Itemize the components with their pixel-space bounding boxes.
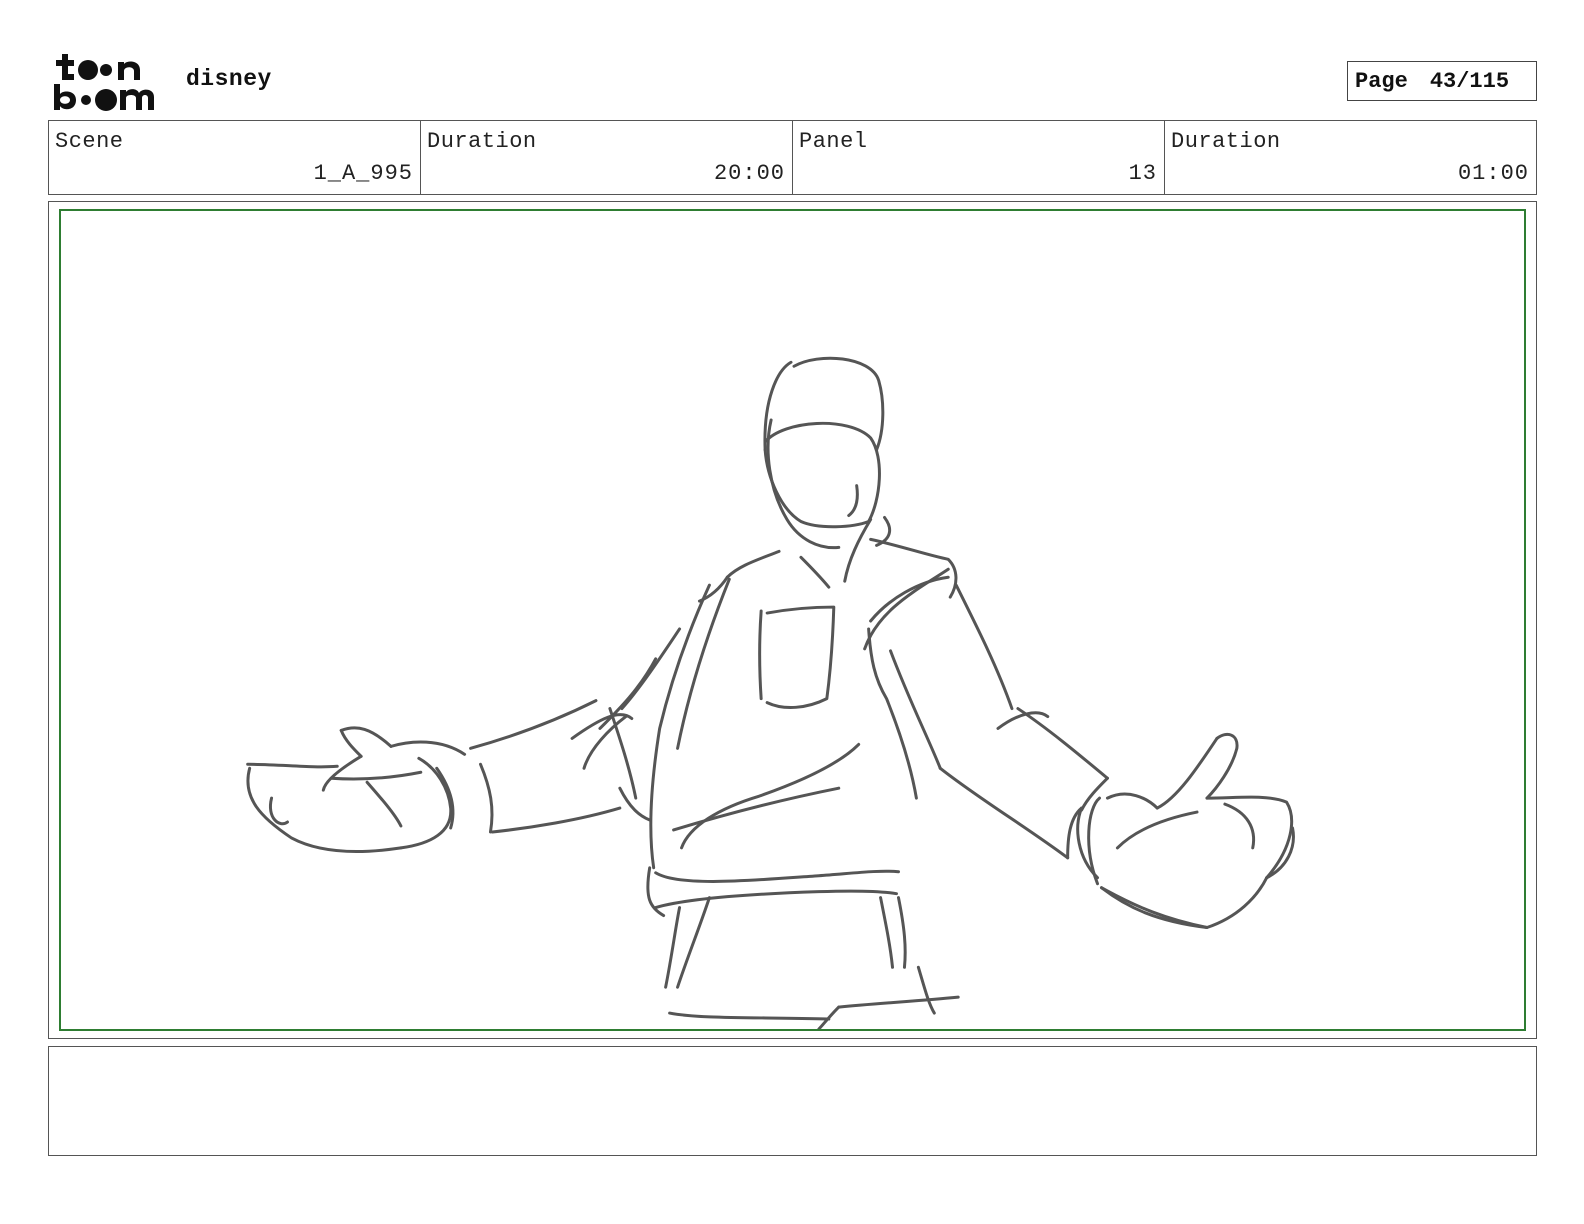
character-sketch (246, 356, 1295, 1029)
panel-duration-cell: Duration 01:00 (1165, 121, 1536, 194)
panel-notes-box (48, 1046, 1537, 1156)
panel-duration-value: 01:00 (1457, 161, 1529, 186)
studio-name: disney (186, 66, 272, 92)
scene-value: 1_A_995 (313, 161, 413, 186)
panel-cell: Panel 13 (793, 121, 1165, 194)
scene-cell: Scene 1_A_995 (49, 121, 421, 194)
scene-duration-cell: Duration 20:00 (421, 121, 793, 194)
panel-duration-label: Duration (1171, 129, 1281, 154)
panel-label: Panel (799, 129, 868, 154)
scene-label: Scene (55, 129, 124, 154)
page-indicator: Page 43/115 (1347, 61, 1537, 101)
scene-duration-label: Duration (427, 129, 537, 154)
page-label: Page (1355, 68, 1408, 94)
scene-duration-value: 20:00 (713, 161, 785, 186)
toon-boom-logo (54, 54, 154, 111)
scene-info-table: Scene 1_A_995 Duration 20:00 Panel 13 Du… (48, 120, 1537, 195)
page-number: 43/115 (1429, 68, 1510, 94)
panel-image-frame (59, 209, 1526, 1031)
panel-value: 13 (1128, 161, 1157, 186)
